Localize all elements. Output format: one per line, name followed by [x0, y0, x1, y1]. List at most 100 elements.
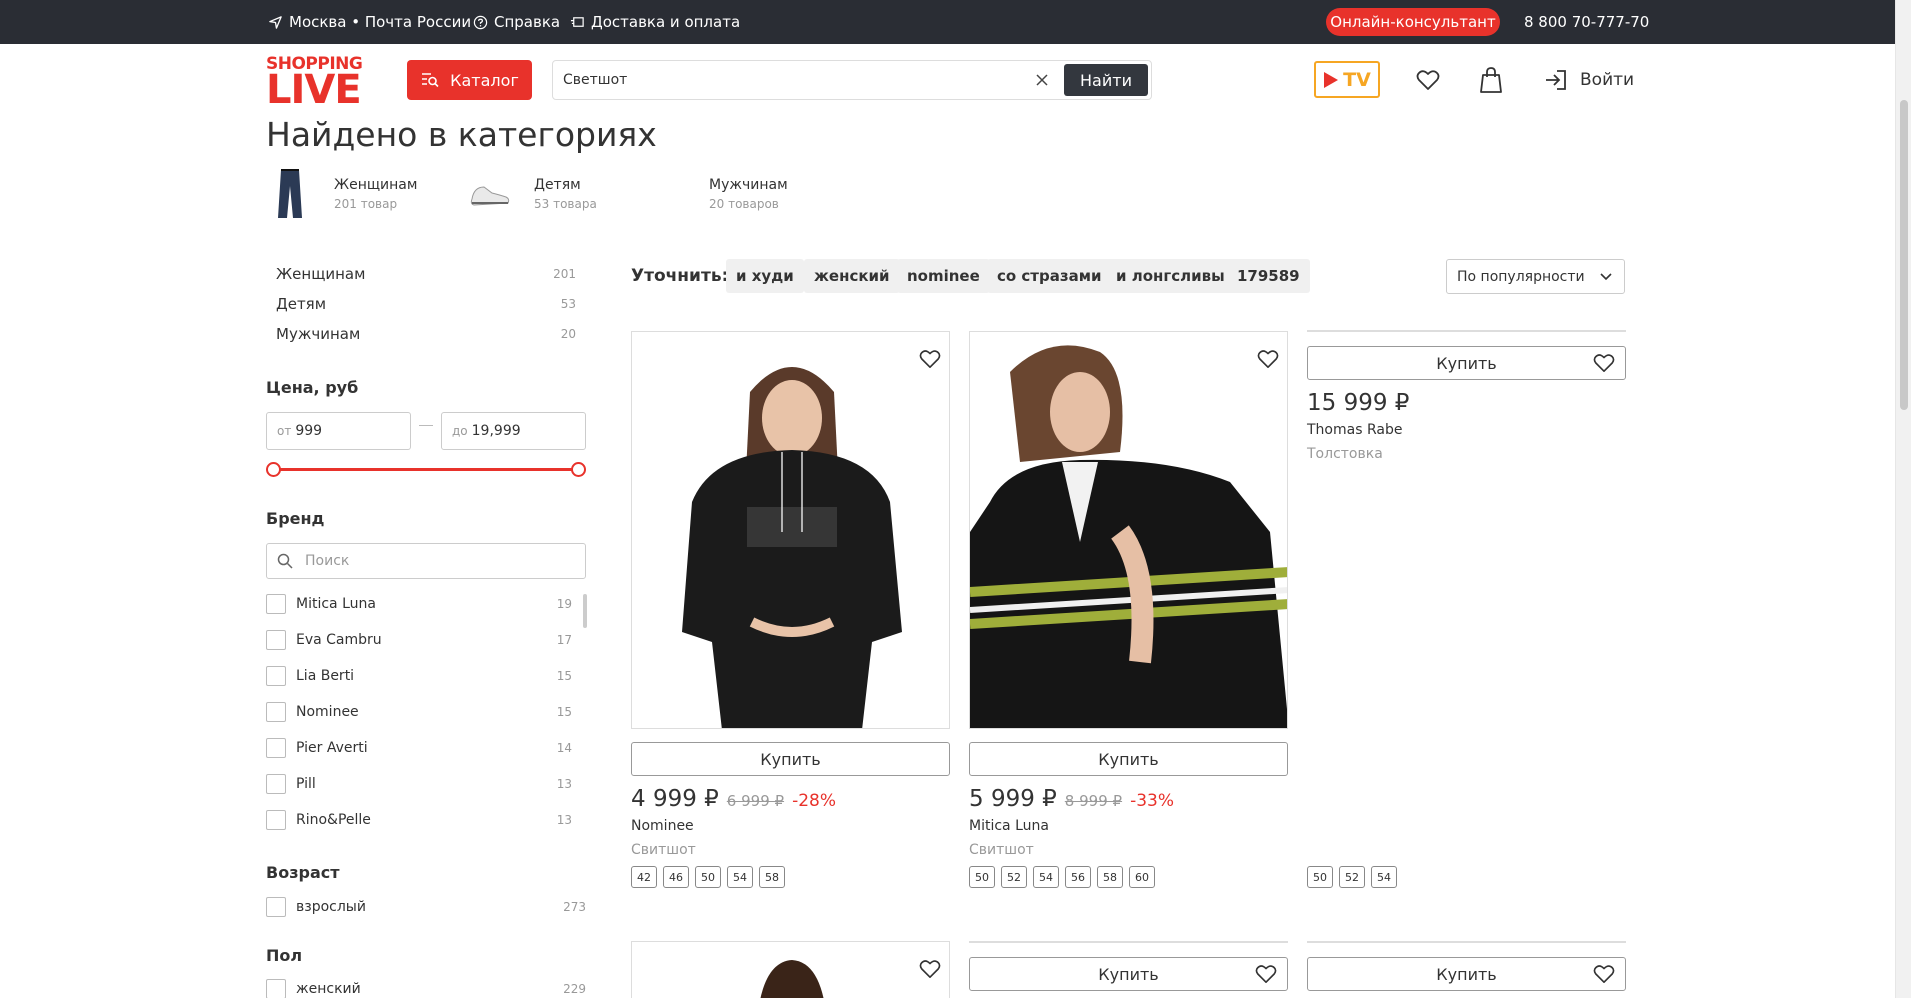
refine-chip[interactable]: и лонгсливы	[1106, 259, 1235, 293]
location-link[interactable]: Москва • Почта России	[268, 0, 471, 44]
play-icon	[1324, 71, 1339, 88]
favorite-heart-icon[interactable]	[1255, 346, 1281, 372]
favorite-heart-icon[interactable]	[917, 346, 943, 372]
delivery-link[interactable]: Доставка и оплата	[570, 0, 740, 44]
size-option[interactable]: 54	[1033, 866, 1059, 888]
favorite-heart-icon[interactable]	[1253, 961, 1279, 987]
buy-label: Купить	[1436, 353, 1497, 373]
size-list: 50 52 54 56 58 60	[969, 866, 1155, 888]
sidebar-category-men[interactable]: Мужчинам 20	[266, 321, 586, 347]
size-option[interactable]: 52	[1001, 866, 1027, 888]
found-category-men[interactable]: Мужчинам 20 товаров	[709, 166, 788, 222]
size-option[interactable]: 50	[969, 866, 995, 888]
clear-search-icon[interactable]	[1031, 69, 1053, 91]
category-name: Мужчинам	[709, 177, 788, 193]
shopping-live-tv-button[interactable]: TV	[1314, 61, 1380, 98]
checkbox[interactable]	[266, 979, 286, 998]
favorites-heart-icon[interactable]	[1414, 66, 1442, 94]
refine-chip[interactable]: 179589	[1227, 259, 1310, 293]
women-jeans-thumbnail	[266, 168, 314, 220]
refine-chip[interactable]: nominee	[897, 259, 990, 293]
product-brand[interactable]: Thomas Rabe	[1307, 422, 1402, 438]
cart-bag-icon[interactable]	[1477, 66, 1505, 94]
checkbox[interactable]	[266, 738, 286, 758]
size-option[interactable]: 54	[1371, 866, 1397, 888]
checkbox[interactable]	[266, 666, 286, 686]
login-button[interactable]: Войти	[1544, 62, 1634, 98]
shopping-live-logo[interactable]: SHOPPING LIVE	[266, 55, 363, 110]
brand-search-input[interactable]	[305, 553, 565, 569]
checkbox[interactable]	[266, 810, 286, 830]
buy-button[interactable]: Купить	[969, 742, 1288, 776]
online-consultant-button[interactable]: Онлайн-консультант	[1326, 8, 1500, 36]
size-option[interactable]: 42	[631, 866, 657, 888]
age-filter-adult[interactable]: взрослый 273	[266, 895, 586, 919]
checkbox[interactable]	[266, 630, 286, 650]
buy-button[interactable]: Купить	[1307, 346, 1626, 380]
search-input[interactable]	[563, 69, 1003, 91]
size-option[interactable]: 54	[727, 866, 753, 888]
old-price: 6 999 ₽	[726, 792, 785, 810]
scrollbar-thumb[interactable]	[1900, 100, 1908, 410]
product-brand[interactable]: Mitica Luna	[969, 818, 1049, 834]
refine-chip[interactable]: со стразами	[987, 259, 1112, 293]
product-photo-partial	[632, 942, 949, 998]
size-option[interactable]: 58	[1097, 866, 1123, 888]
buy-button[interactable]: Купить	[1307, 957, 1626, 991]
gender-label: женский	[296, 981, 361, 997]
price-slider-track[interactable]	[274, 468, 578, 471]
size-option[interactable]: 56	[1065, 866, 1091, 888]
product-image[interactable]	[969, 331, 1288, 729]
checkbox[interactable]	[266, 774, 286, 794]
buy-button[interactable]: Купить	[969, 957, 1288, 991]
brand-filter-eva-cambru[interactable]: Eva Cambru 17	[266, 628, 586, 652]
checkbox[interactable]	[266, 897, 286, 917]
page-scrollbar[interactable]	[1895, 0, 1911, 998]
sidebar-category-women[interactable]: Женщинам 201	[266, 261, 586, 287]
size-option[interactable]: 50	[695, 866, 721, 888]
favorite-heart-icon[interactable]	[1591, 961, 1617, 987]
gender-filter-female[interactable]: женский 229	[266, 977, 586, 998]
brand-filter-mitica-luna[interactable]: Mitica Luna 19	[266, 592, 586, 616]
refine-chip[interactable]: женский	[804, 259, 900, 293]
price-from-field[interactable]: от 999	[266, 412, 411, 450]
refine-chip[interactable]: и худи	[726, 259, 804, 293]
price-slider-max-handle[interactable]	[571, 462, 586, 477]
price-from-value: 999	[295, 423, 323, 439]
age-heading: Возраст	[266, 863, 340, 882]
favorite-heart-icon[interactable]	[917, 956, 943, 982]
catalog-button[interactable]: Каталог	[407, 60, 532, 100]
price-to-field[interactable]: до 19,999	[441, 412, 586, 450]
brand-filter-nominee[interactable]: Nominee 15	[266, 700, 586, 724]
found-category-kids[interactable]: Детям 53 товара	[466, 166, 597, 222]
size-option[interactable]: 58	[759, 866, 785, 888]
brand-filter-pier-averti[interactable]: Pier Averti 14	[266, 736, 586, 760]
size-option[interactable]: 50	[1307, 866, 1333, 888]
sidebar-category-kids[interactable]: Детям 53	[266, 291, 586, 317]
brand-filter-lia-berti[interactable]: Lia Berti 15	[266, 664, 586, 688]
sidebar-category-label: Мужчинам	[276, 325, 361, 343]
discount-badge: -28%	[792, 791, 836, 811]
current-price: 4 999 ₽	[631, 786, 719, 812]
brand-filter-pill[interactable]: Pill 13	[266, 772, 586, 796]
product-image[interactable]	[631, 941, 950, 998]
buy-button[interactable]: Купить	[631, 742, 950, 776]
brand-list-scrollbar[interactable]	[583, 594, 587, 628]
favorite-heart-icon[interactable]	[1591, 350, 1617, 376]
brand-filter-rino-pelle[interactable]: Rino&Pelle 13	[266, 808, 586, 832]
checkbox[interactable]	[266, 594, 286, 614]
sort-dropdown[interactable]: По популярности	[1446, 259, 1625, 294]
product-image[interactable]	[631, 331, 950, 729]
search-button[interactable]: Найти	[1064, 64, 1148, 96]
price-slider-min-handle[interactable]	[266, 462, 281, 477]
found-category-women[interactable]: Женщинам 201 товар	[266, 166, 417, 222]
help-link[interactable]: Справка	[473, 0, 560, 44]
size-option[interactable]: 46	[663, 866, 689, 888]
size-option[interactable]: 60	[1129, 866, 1155, 888]
search-icon	[277, 553, 293, 569]
phone-number[interactable]: 8 800 70-777-70	[1524, 0, 1649, 44]
search-box: Найти	[552, 60, 1152, 100]
size-option[interactable]: 52	[1339, 866, 1365, 888]
checkbox[interactable]	[266, 702, 286, 722]
product-brand[interactable]: Nominee	[631, 818, 694, 834]
